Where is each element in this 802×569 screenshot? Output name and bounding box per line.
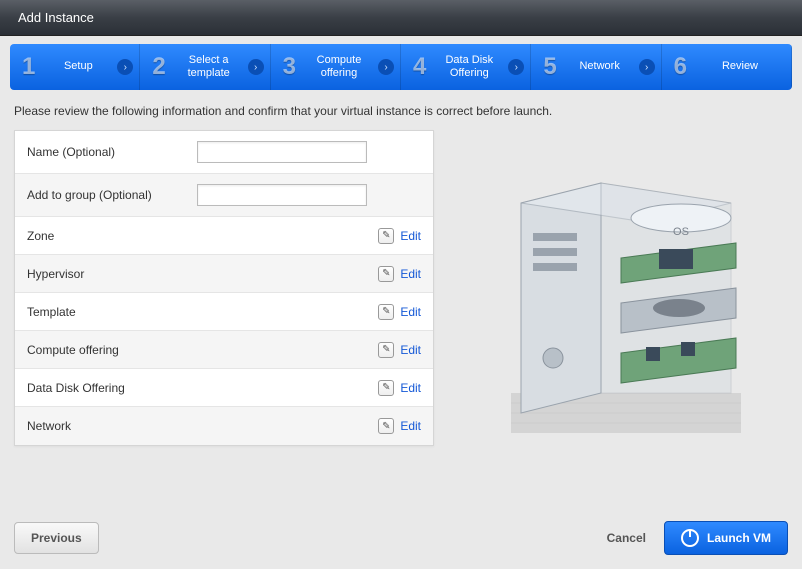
cancel-link[interactable]: Cancel — [607, 531, 646, 545]
edit-template-link[interactable]: ✎ Edit — [378, 304, 421, 320]
step-number: 5 — [543, 53, 556, 81]
pencil-icon: ✎ — [378, 342, 394, 358]
step-setup[interactable]: 1 Setup › — [10, 44, 140, 90]
server-icon: OS — [481, 143, 761, 443]
zone-label: Zone — [27, 229, 197, 243]
step-data-disk-offering[interactable]: 4 Data Disk Offering › — [401, 44, 531, 90]
group-label: Add to group (Optional) — [27, 188, 197, 202]
step-label: Network — [565, 60, 635, 73]
previous-button[interactable]: Previous — [14, 522, 99, 554]
launch-vm-button[interactable]: Launch VM — [664, 521, 788, 555]
os-badge: OS — [673, 226, 689, 238]
row-zone: Zone ✎ Edit — [15, 217, 433, 255]
row-name: Name (Optional) — [15, 131, 433, 174]
dialog-title: Add Instance — [18, 10, 94, 25]
edit-text: Edit — [400, 229, 421, 243]
row-hypervisor: Hypervisor ✎ Edit — [15, 255, 433, 293]
launch-label: Launch VM — [707, 531, 771, 545]
chevron-right-icon: › — [639, 59, 655, 75]
step-label: Setup — [43, 60, 113, 73]
pencil-icon: ✎ — [378, 228, 394, 244]
name-input[interactable] — [197, 141, 367, 163]
chevron-right-icon: › — [117, 59, 133, 75]
step-review[interactable]: 6 Review — [662, 44, 792, 90]
group-input[interactable] — [197, 184, 367, 206]
pencil-icon: ✎ — [378, 266, 394, 282]
edit-network-link[interactable]: ✎ Edit — [378, 418, 421, 434]
edit-text: Edit — [400, 419, 421, 433]
hypervisor-label: Hypervisor — [27, 267, 197, 281]
compute-label: Compute offering — [27, 343, 197, 357]
row-template: Template ✎ Edit — [15, 293, 433, 331]
step-label: Review — [695, 60, 785, 73]
step-number: 6 — [674, 53, 687, 81]
step-label: Data Disk Offering — [434, 54, 504, 80]
intro-text: Please review the following information … — [14, 102, 574, 120]
pencil-icon: ✎ — [378, 304, 394, 320]
step-label: Select a template — [174, 54, 244, 80]
server-illustration: OS — [454, 130, 788, 446]
dialog-header: Add Instance — [0, 0, 802, 36]
edit-text: Edit — [400, 305, 421, 319]
wizard-steps: 1 Setup › 2 Select a template › 3 Comput… — [10, 44, 792, 90]
step-label: Compute offering — [304, 54, 374, 80]
network-label: Network — [27, 419, 197, 433]
step-compute-offering[interactable]: 3 Compute offering › — [271, 44, 401, 90]
step-number: 4 — [413, 53, 426, 81]
edit-text: Edit — [400, 343, 421, 357]
row-group: Add to group (Optional) — [15, 174, 433, 217]
step-number: 3 — [283, 53, 296, 81]
power-icon — [681, 529, 699, 547]
step-network[interactable]: 5 Network › — [531, 44, 661, 90]
step-number: 1 — [22, 53, 35, 81]
review-panel: Name (Optional) Add to group (Optional) … — [14, 130, 434, 446]
edit-hypervisor-link[interactable]: ✎ Edit — [378, 266, 421, 282]
pencil-icon: ✎ — [378, 380, 394, 396]
edit-datadisk-link[interactable]: ✎ Edit — [378, 380, 421, 396]
chevron-right-icon: › — [378, 59, 394, 75]
edit-text: Edit — [400, 381, 421, 395]
datadisk-label: Data Disk Offering — [27, 381, 197, 395]
chevron-right-icon: › — [508, 59, 524, 75]
edit-text: Edit — [400, 267, 421, 281]
name-label: Name (Optional) — [27, 145, 197, 159]
body-row: Name (Optional) Add to group (Optional) … — [14, 130, 788, 446]
step-number: 2 — [152, 53, 165, 81]
content-area: Please review the following information … — [0, 90, 802, 450]
step-template[interactable]: 2 Select a template › — [140, 44, 270, 90]
edit-zone-link[interactable]: ✎ Edit — [378, 228, 421, 244]
row-data-disk-offering: Data Disk Offering ✎ Edit — [15, 369, 433, 407]
chevron-right-icon: › — [248, 59, 264, 75]
edit-compute-link[interactable]: ✎ Edit — [378, 342, 421, 358]
footer: Previous Cancel Launch VM — [0, 511, 802, 569]
pencil-icon: ✎ — [378, 418, 394, 434]
row-compute-offering: Compute offering ✎ Edit — [15, 331, 433, 369]
template-label: Template — [27, 305, 197, 319]
row-network: Network ✎ Edit — [15, 407, 433, 445]
